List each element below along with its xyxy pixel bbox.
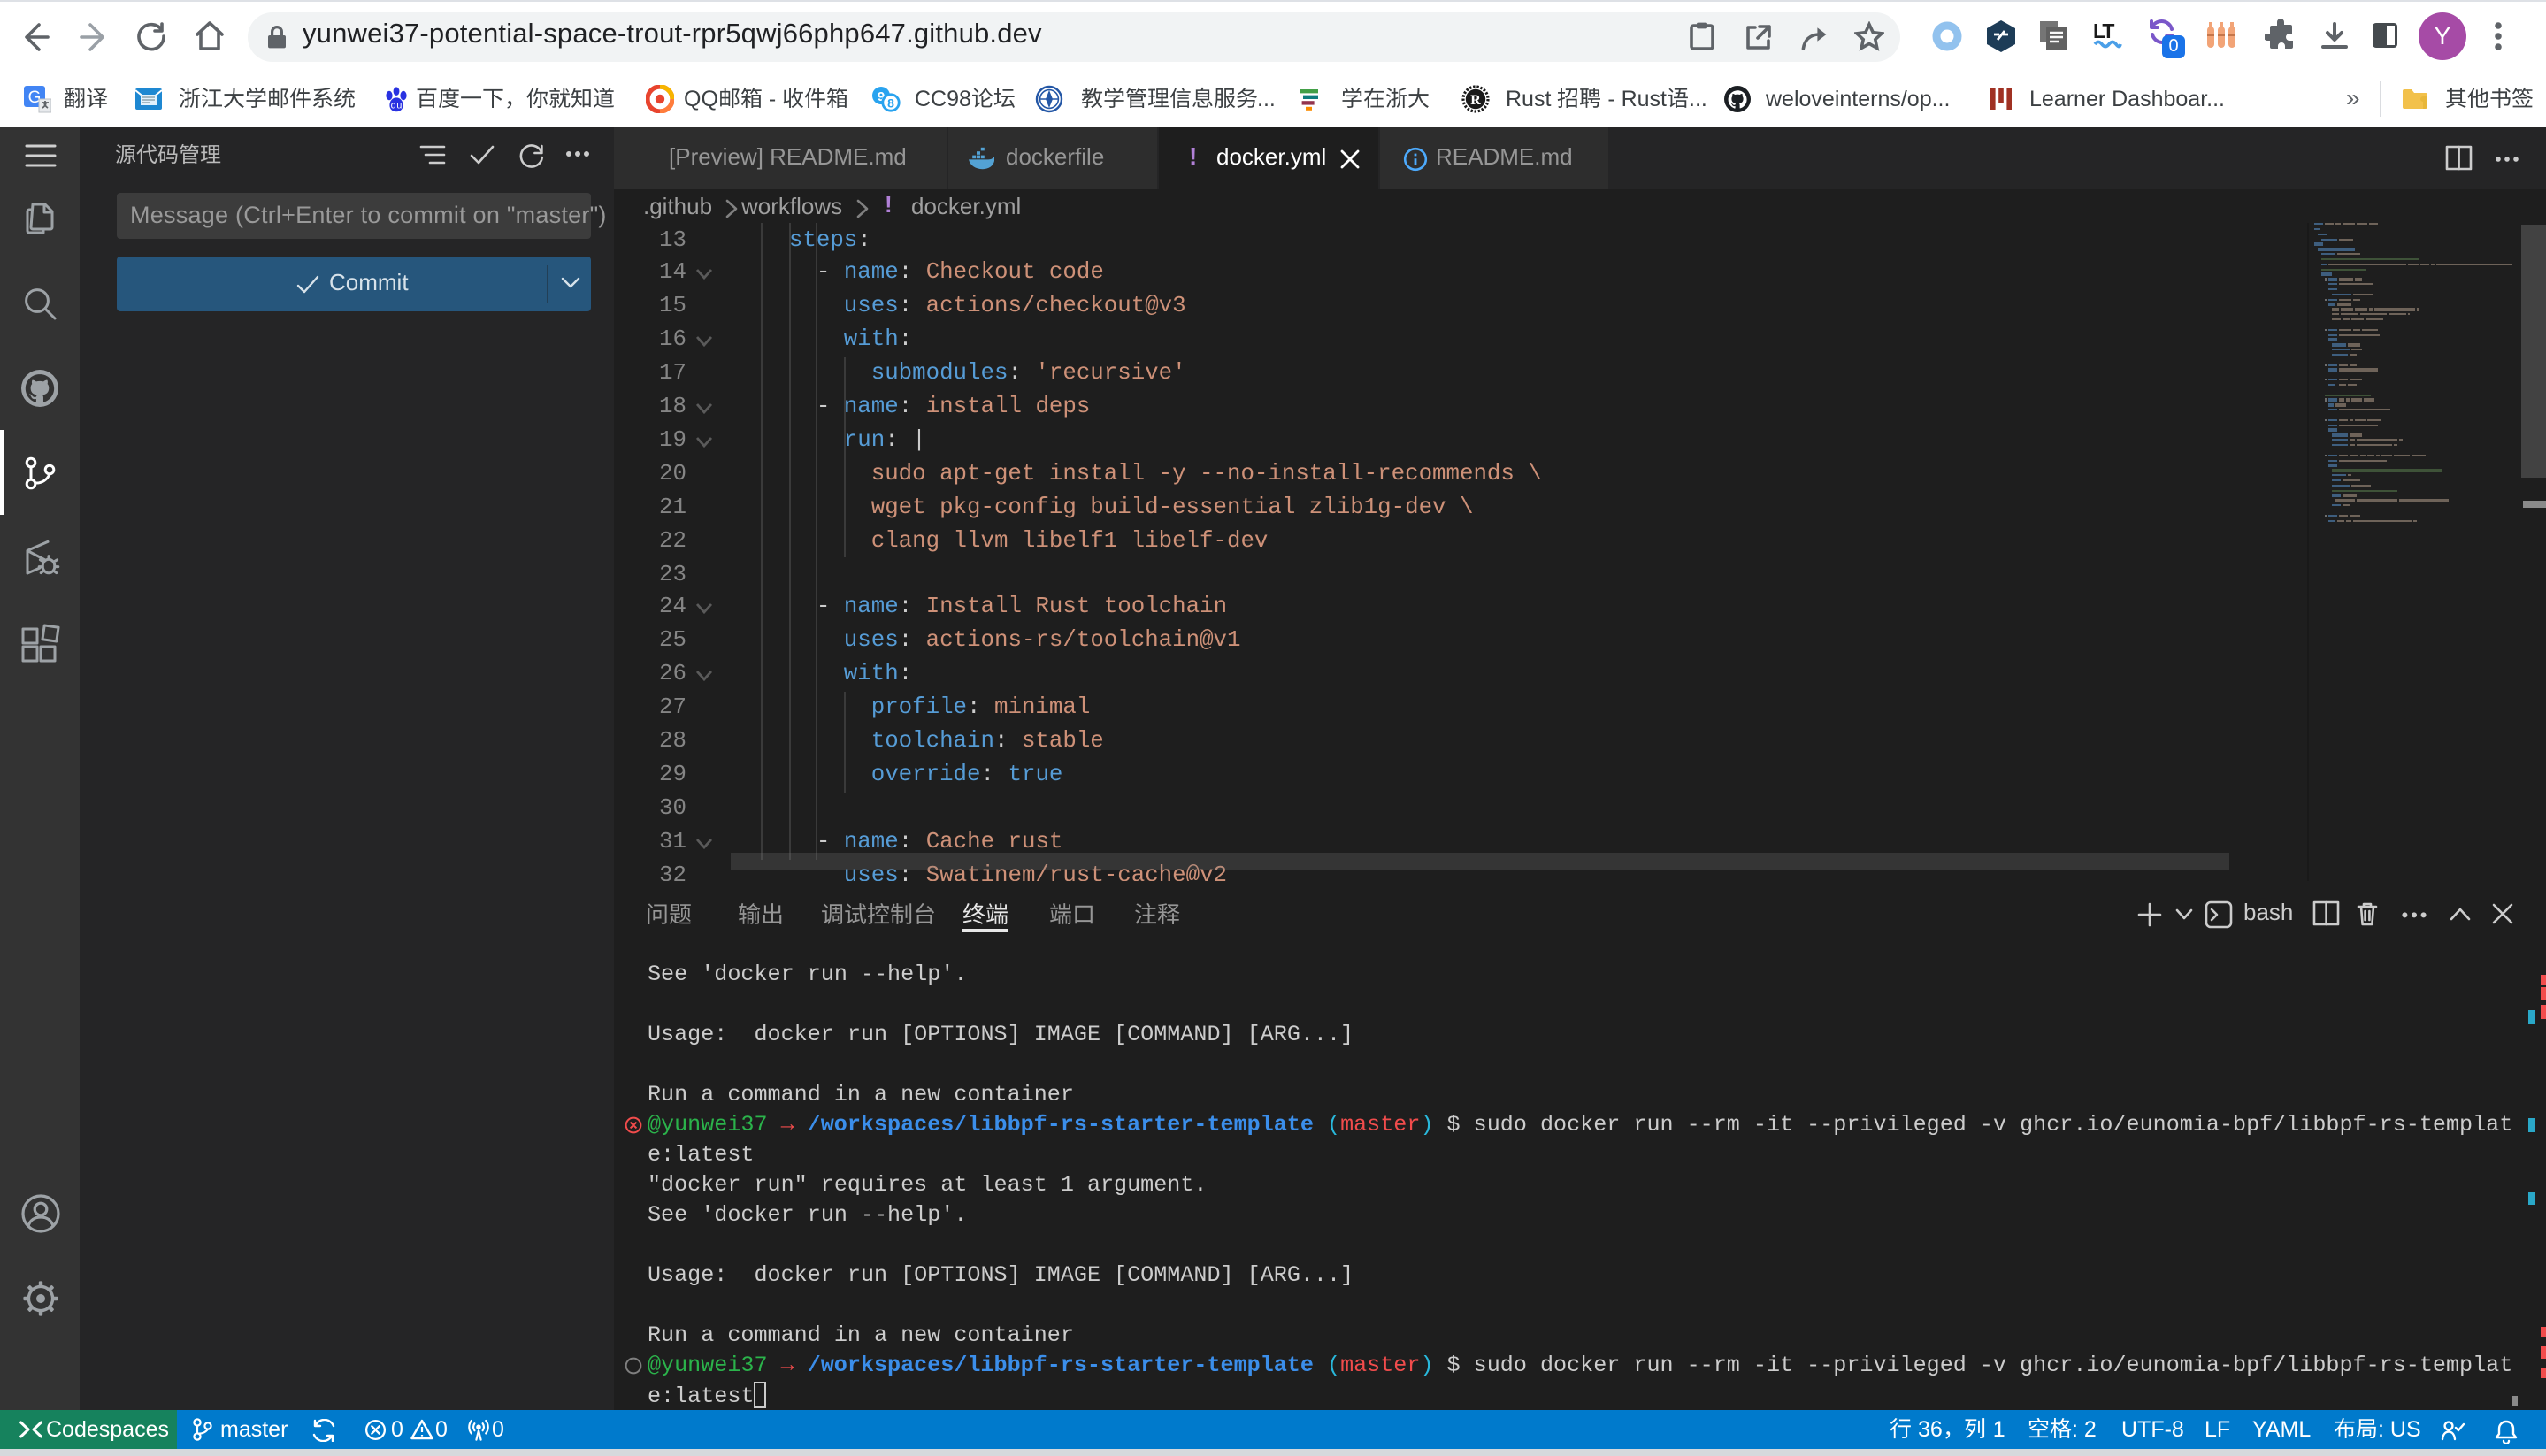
svg-text:R: R xyxy=(1469,93,1480,108)
svg-text:8: 8 xyxy=(886,96,893,111)
svg-text:du: du xyxy=(390,101,402,111)
svg-text:LT: LT xyxy=(2093,21,2114,42)
